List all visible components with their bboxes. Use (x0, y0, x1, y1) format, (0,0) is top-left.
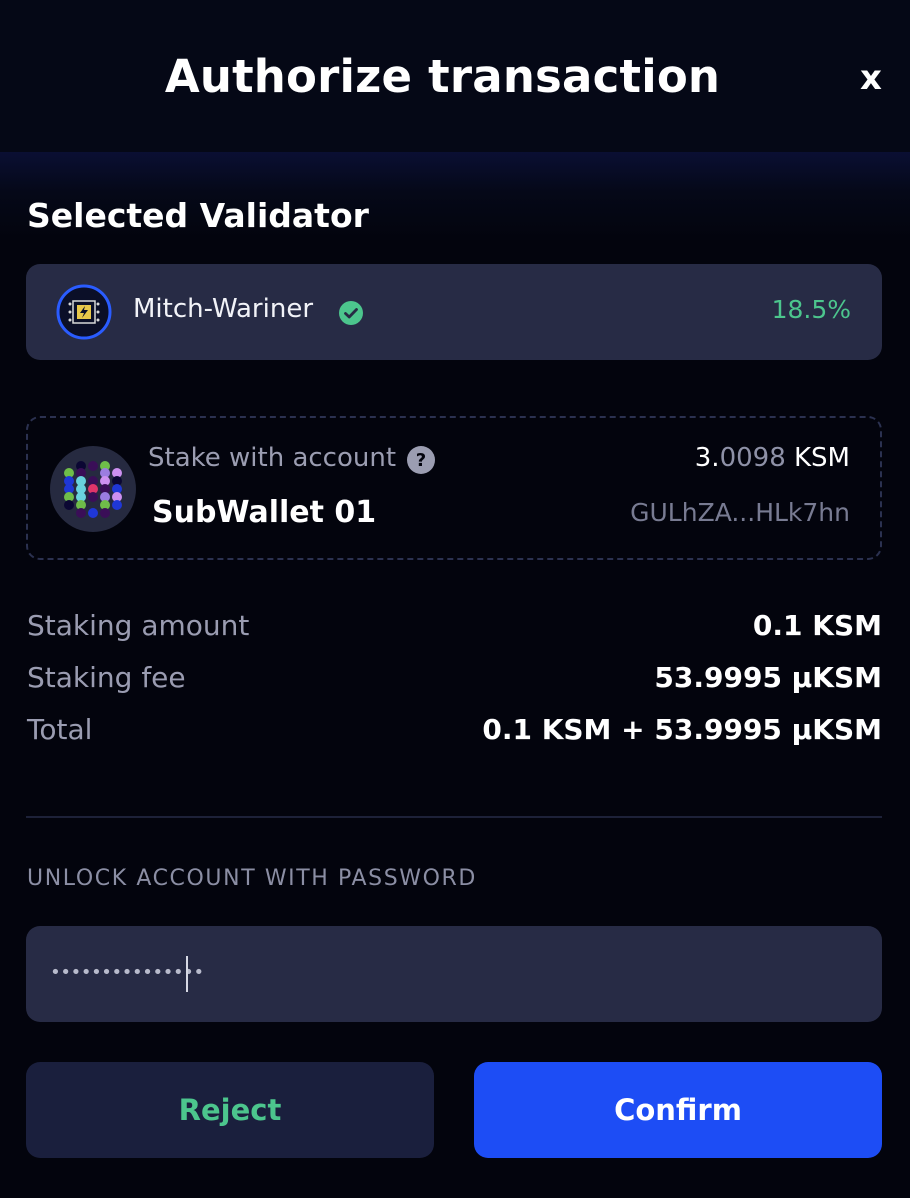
password-label: UNLOCK ACCOUNT WITH PASSWORD (27, 866, 477, 891)
validator-avatar (56, 284, 112, 340)
balance-unit: KSM (785, 443, 850, 473)
validator-name: Mitch-Wariner (133, 294, 314, 324)
divider (26, 816, 882, 818)
validator-card[interactable]: Mitch-Wariner 18.5% (26, 264, 882, 360)
authorize-transaction-screen: Authorize transaction x Selected Validat… (0, 0, 910, 1198)
reject-button[interactable]: Reject (26, 1062, 434, 1158)
confirm-button[interactable]: Confirm (474, 1062, 882, 1158)
total-row: Total 0.1 KSM + 53.9995 µKSM (27, 713, 882, 751)
page-title: Authorize transaction (164, 50, 721, 103)
validator-rate: 18.5% (771, 295, 851, 324)
total-label: Total (27, 713, 93, 746)
text-caret (186, 956, 188, 992)
close-button[interactable]: x (855, 58, 887, 98)
account-name: SubWallet 01 (152, 495, 377, 530)
svg-text:?: ? (416, 450, 426, 471)
account-avatar (50, 446, 136, 532)
staking-fee-row: Staking fee 53.9995 µKSM (27, 661, 882, 699)
balance-fraction: 0098 (719, 443, 786, 473)
question-circle-icon[interactable]: ? (406, 445, 436, 475)
password-masked-value: ••••••••••••••• (50, 962, 204, 983)
check-circle-icon (339, 301, 363, 325)
staking-amount-value: 0.1 KSM (752, 609, 882, 642)
account-balance: 3.0098 KSM (695, 443, 850, 473)
staking-fee-label: Staking fee (27, 661, 186, 694)
account-address: GULhZA...HLk7hn (630, 498, 850, 527)
balance-integer: 3. (694, 443, 720, 473)
staking-fee-value: 53.9995 µKSM (654, 661, 882, 694)
password-input[interactable]: ••••••••••••••• (26, 926, 882, 1022)
stake-with-account-label: Stake with account (148, 443, 397, 473)
selected-validator-heading: Selected Validator (27, 196, 369, 235)
total-value: 0.1 KSM + 53.9995 µKSM (482, 713, 882, 746)
staking-amount-row: Staking amount 0.1 KSM (27, 609, 882, 647)
staking-amount-label: Staking amount (27, 609, 250, 642)
stake-account-box: Stake with account ? SubWallet 01 3.0098… (26, 416, 882, 560)
